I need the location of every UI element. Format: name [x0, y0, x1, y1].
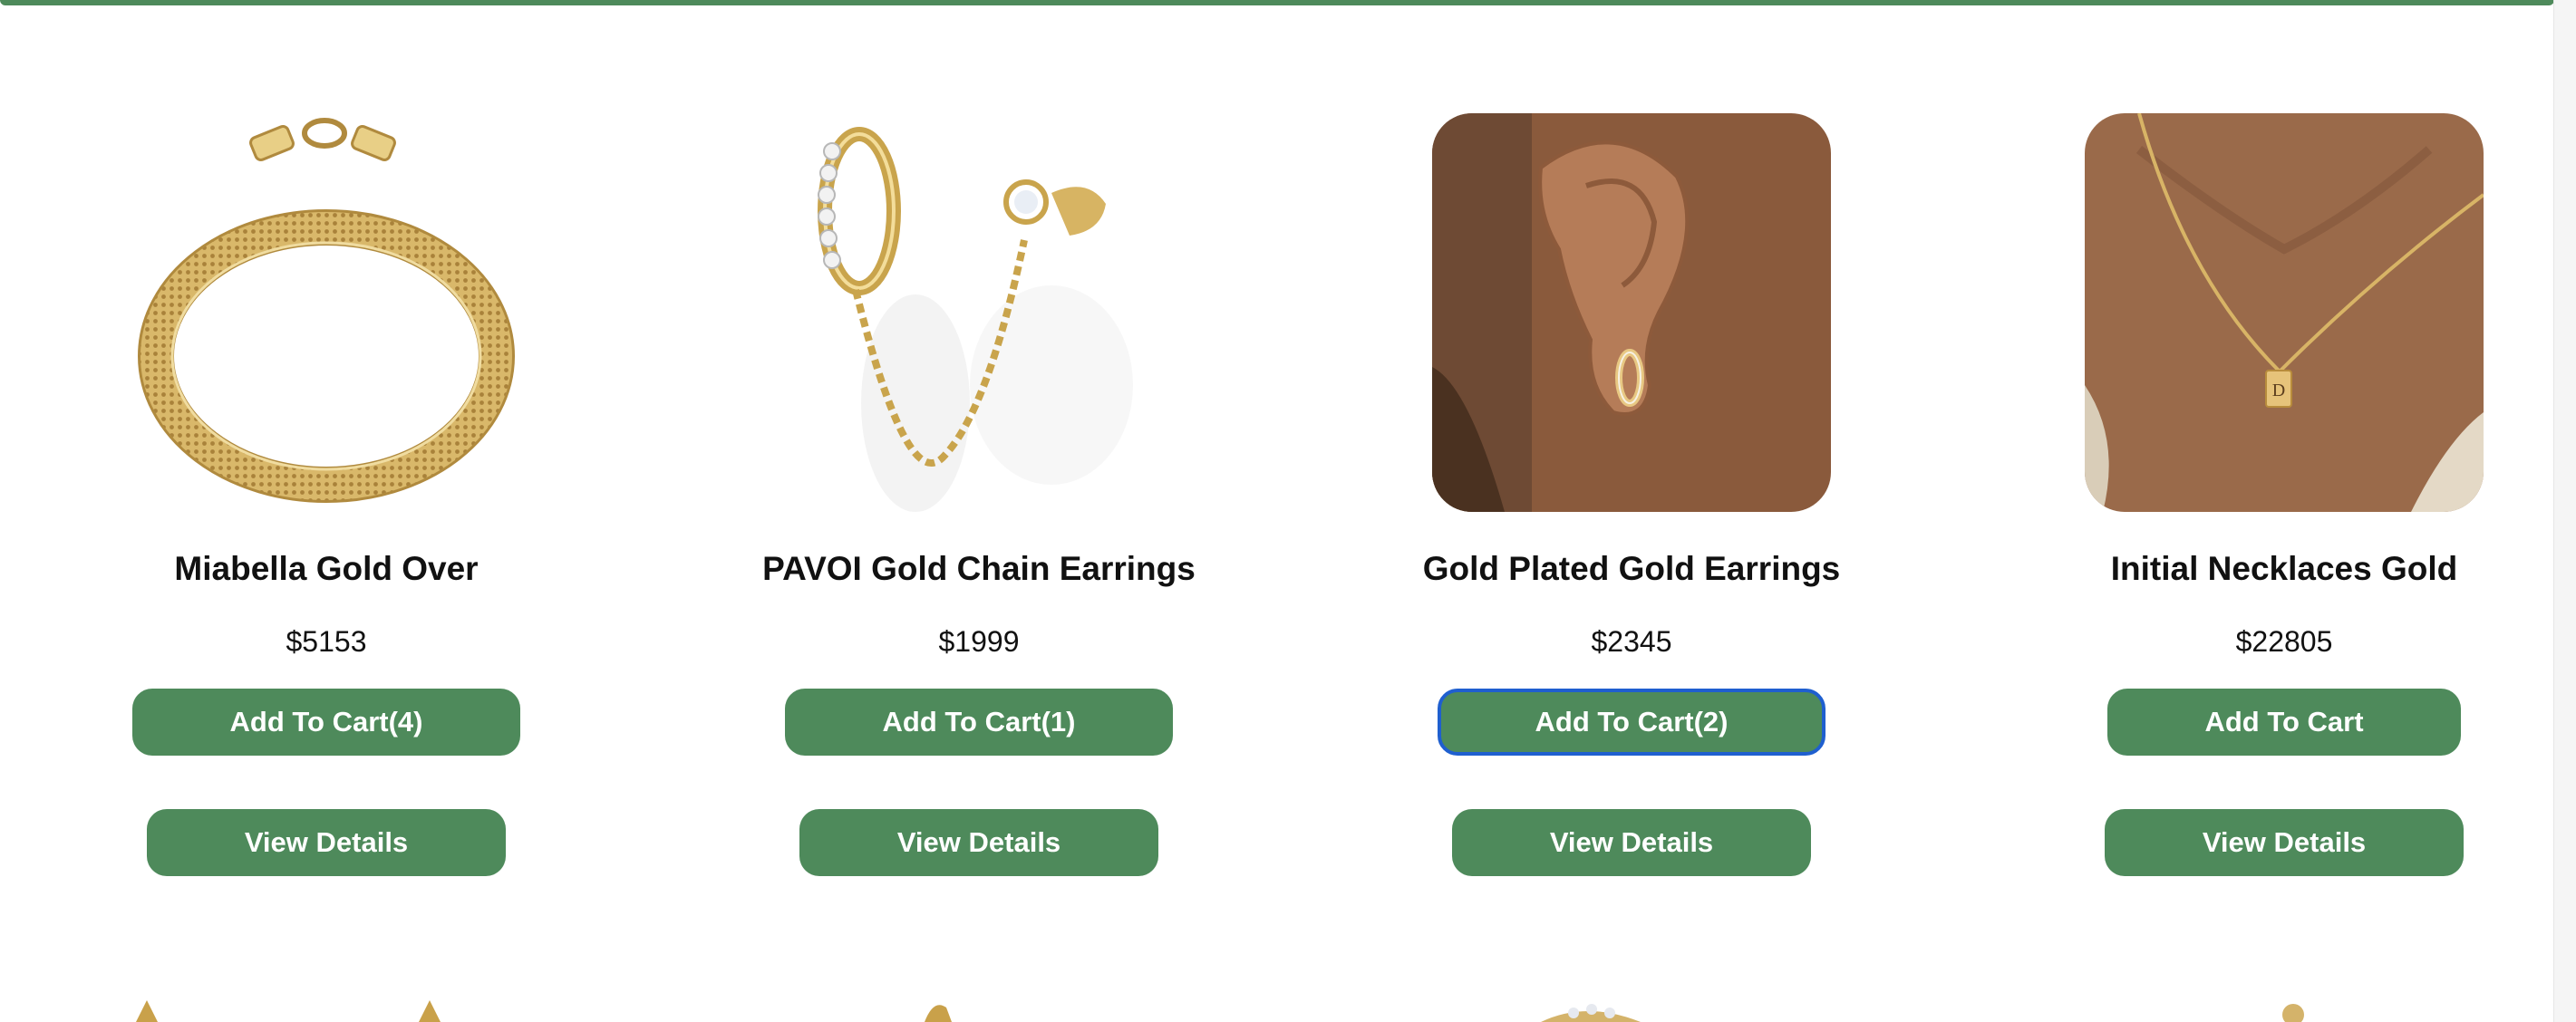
- ear-with-gold-hoop-icon: [1432, 113, 1831, 512]
- gold-chain-earrings-icon: [780, 113, 1178, 512]
- gold-mesh-bracelet-icon: [127, 113, 526, 512]
- product-price: $5153: [286, 625, 367, 658]
- product-price: $22805: [2235, 625, 2333, 658]
- view-details-button[interactable]: View Details: [2105, 809, 2464, 876]
- product-grid: Miabella Gold Over $5153 Add To Cart(4) …: [0, 0, 2554, 1022]
- product-image[interactable]: [1432, 113, 1831, 512]
- svg-text:D: D: [2272, 381, 2285, 400]
- product-price: $2345: [1591, 625, 1672, 658]
- product-price: $1999: [938, 625, 1020, 658]
- next-row-image-peek: [1532, 995, 1650, 1022]
- scrollbar[interactable]: [2553, 0, 2576, 1022]
- product-card: PAVOI Gold Chain Earrings $1999 Add To C…: [653, 0, 1305, 1022]
- product-card: Miabella Gold Over $5153 Add To Cart(4) …: [0, 0, 653, 1022]
- product-card: Gold Plated Gold Earrings $2345 Add To C…: [1305, 0, 1958, 1022]
- add-to-cart-button[interactable]: Add To Cart(4): [132, 689, 520, 756]
- view-details-button[interactable]: View Details: [1452, 809, 1811, 876]
- product-image[interactable]: D: [2085, 113, 2484, 512]
- add-to-cart-button[interactable]: Add To Cart(1): [785, 689, 1173, 756]
- product-name: Gold Plated Gold Earrings: [1422, 550, 1841, 587]
- product-name: Initial Necklaces Gold: [2110, 550, 2458, 587]
- add-to-cart-button[interactable]: Add To Cart(2): [1438, 689, 1825, 756]
- product-image[interactable]: [780, 113, 1178, 512]
- view-details-button[interactable]: View Details: [147, 809, 506, 876]
- view-details-button[interactable]: View Details: [799, 809, 1158, 876]
- initial-necklace-on-neck-icon: D: [2085, 113, 2484, 512]
- add-to-cart-button[interactable]: Add To Cart: [2107, 689, 2461, 756]
- next-row-image-peek: [2266, 995, 2320, 1022]
- product-name: Miabella Gold Over: [174, 550, 479, 587]
- next-row-image-peek: [906, 995, 979, 1022]
- product-name: PAVOI Gold Chain Earrings: [762, 550, 1196, 587]
- product-card: D Initial Necklaces Gold $22805 Add To C…: [1958, 0, 2576, 1022]
- next-row-image-peek: [118, 995, 462, 1022]
- product-image[interactable]: [127, 113, 526, 512]
